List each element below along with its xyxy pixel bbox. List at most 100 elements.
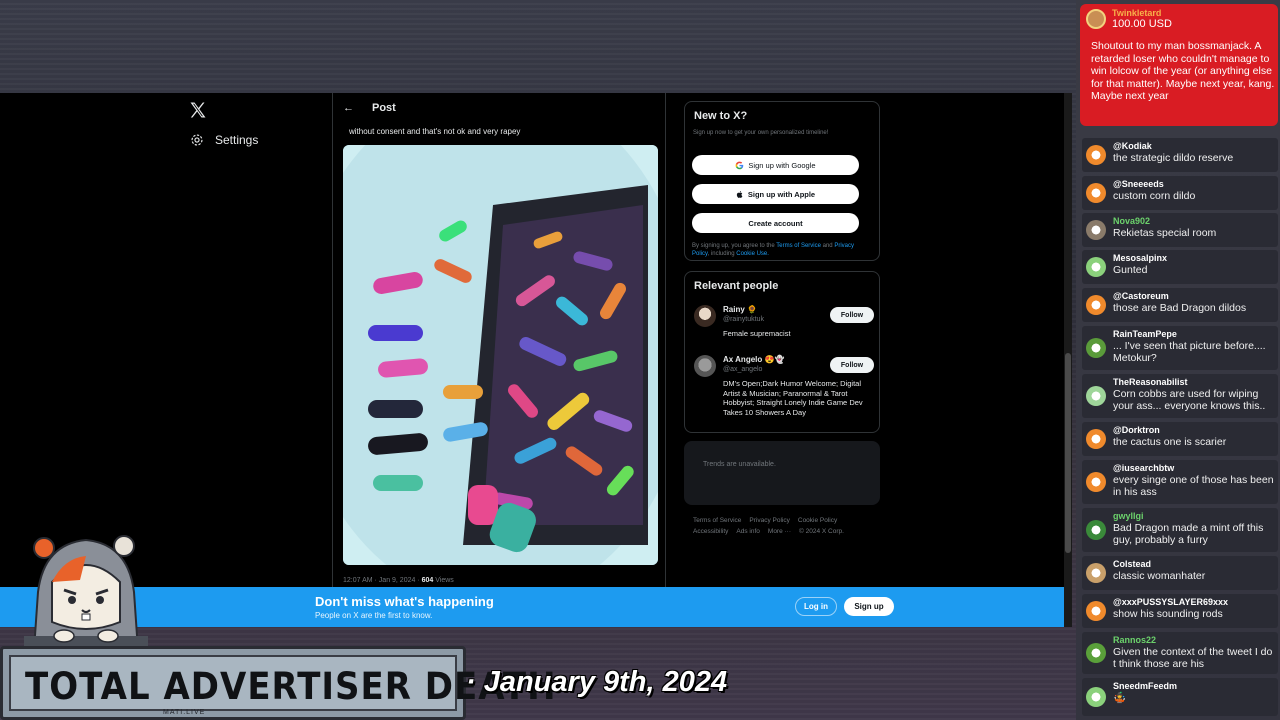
new-to-x-subtitle: Sign up now to get your own personalized… [693, 130, 829, 136]
post-column: ← Post without consent and that's not ok… [332, 93, 666, 627]
chat-text: Gunted [1113, 264, 1148, 276]
donation-text: Shoutout to my man bossmanjack. A retard… [1091, 40, 1275, 102]
login-button[interactable]: Log in [795, 597, 837, 616]
person-bio: DM's Open;Dark Humor Welcome; Digital Ar… [723, 379, 863, 417]
chat-username: Mesosalpinx [1113, 253, 1168, 263]
trends-unavailable-text: Trends are unavailable. [703, 461, 776, 468]
chat-message: @Dorktron the cactus one is scarier [1082, 422, 1278, 456]
avatar[interactable] [694, 355, 716, 377]
chat-message: Mesosalpinx Gunted [1082, 250, 1278, 284]
chat-message: @xxxPUSSYSLAYER69xxx show his sounding ro… [1082, 594, 1278, 628]
post-header-title: Post [372, 102, 396, 114]
scrollbar-thumb[interactable] [1065, 353, 1071, 553]
tweet-timestamp: 12:07 AM · Jan 9, 2024 · 604 Views [343, 577, 454, 584]
person-handle: @rainytuktuk [723, 316, 764, 323]
avatar [1086, 429, 1106, 449]
tweet-photo [343, 145, 658, 565]
footer-link[interactable]: Ads info [736, 526, 760, 537]
person-card[interactable]: Rainy 🌻 @rainytuktuk Female supremacist … [694, 305, 874, 345]
new-to-x-panel: New to X? Sign up now to get your own pe… [684, 101, 880, 261]
tweet-views-label: Views [433, 577, 454, 584]
person-name[interactable]: Ax Angelo 😍👻 [723, 355, 784, 364]
chat-message: @Kodiak the strategic dildo reserve [1082, 138, 1278, 172]
avatar [1086, 295, 1106, 315]
chat-message: Colstead classic womanhater [1082, 556, 1278, 590]
chat-username: SneedmFeedm [1113, 681, 1178, 691]
title-plate-inner: TOTAL ADVERTISER DEATH MATI.LIVE [9, 655, 556, 716]
chat-text: Rekietas special room [1113, 227, 1217, 239]
gear-icon [191, 134, 203, 146]
follow-button[interactable]: Follow [830, 357, 874, 373]
avatar [1086, 257, 1106, 277]
chat-text: those are Bad Dragon dildos [1113, 302, 1247, 314]
footer-link[interactable]: Accessibility [693, 526, 728, 537]
footer-link[interactable]: Cookie Policy [798, 515, 837, 526]
terms-including: , including [707, 251, 737, 257]
x-browser-page: Settings ← Post without consent and that… [0, 93, 1072, 627]
chat-text: ... I've seen that picture before.... Me… [1113, 340, 1266, 364]
chat-message: TheReasonabilist Corn cobbs are used for … [1082, 374, 1278, 418]
avatar [1086, 520, 1106, 540]
avatar[interactable] [694, 305, 716, 327]
chat-text: the strategic dildo reserve [1113, 152, 1234, 164]
chat-text: custom corn dildo [1113, 190, 1196, 202]
cookie-use-link[interactable]: Cookie Use. [736, 251, 769, 257]
back-arrow-icon[interactable]: ← [343, 102, 354, 114]
chat-text: Bad Dragon made a mint off this guy, pro… [1113, 522, 1264, 546]
tweet-views-count: 604 [421, 577, 434, 584]
terms-of-service-link[interactable]: Terms of Service [776, 243, 821, 249]
trends-panel: Trends are unavailable. [684, 441, 880, 505]
google-signup-label: Sign up with Google [748, 160, 816, 170]
person-name[interactable]: Rainy 🌻 [723, 305, 757, 314]
tweet-media-image[interactable] [343, 145, 658, 565]
follow-button[interactable]: Follow [830, 307, 874, 323]
avatar [1086, 183, 1106, 203]
footer-link[interactable]: Terms of Service [693, 515, 741, 526]
apple-icon [736, 190, 743, 198]
chat-message: SneedmFeedm 🤹 [1082, 678, 1278, 716]
footer-links: Terms of Service Privacy Policy Cookie P… [693, 515, 879, 537]
chat-text: Given the context of the tweet I do t th… [1113, 646, 1273, 670]
terms-prefix: By signing up, you agree to the [692, 243, 777, 249]
apple-signup-label: Sign up with Apple [747, 189, 816, 199]
chat-username: @xxxPUSSYSLAYER69xxx [1113, 597, 1229, 607]
footer-link[interactable]: Privacy Policy [749, 515, 789, 526]
apple-signup-button[interactable]: Sign up with Apple [692, 184, 859, 204]
chat-message: @iusearchbtw every singe one of those has… [1082, 460, 1278, 504]
stream-date: · January 9th, 2024 [466, 666, 728, 698]
signup-terms: By signing up, you agree to the Terms of… [692, 242, 872, 258]
avatar [1086, 472, 1106, 492]
chat-message: @Sneeeeds custom corn dildo [1082, 176, 1278, 210]
person-card[interactable]: Ax Angelo 😍👻 @ax_angelo DM's Open;Dark H… [694, 355, 874, 427]
chat-text: 🤹 [1113, 692, 1127, 704]
tweet-text: without consent and that's not ok and ve… [349, 127, 521, 136]
person-bio: Female supremacist [723, 329, 791, 338]
tweet-time: 12:07 AM · Jan 9, 2024 · [343, 577, 422, 584]
avatar [1086, 643, 1106, 663]
avatar [1086, 601, 1106, 621]
chat-username: @iusearchbtw [1113, 463, 1175, 473]
signup-button[interactable]: Sign up [844, 597, 894, 616]
chat-username: TheReasonabilist [1113, 377, 1188, 387]
avatar [1086, 386, 1106, 406]
banner-subtitle: People on X are the first to know. [315, 611, 433, 620]
create-account-button[interactable]: Create account [692, 213, 859, 233]
google-signup-button[interactable]: Sign up with Google [692, 155, 859, 175]
new-to-x-title: New to X? [694, 110, 748, 122]
terms-and: and [820, 243, 835, 249]
stream-site: MATI.LIVE [163, 709, 206, 716]
footer-link[interactable]: More ··· [768, 526, 791, 537]
chat-text: Corn cobbs are used for wiping your ass.… [1113, 388, 1266, 412]
x-logo-icon[interactable] [188, 100, 208, 120]
google-icon [736, 161, 744, 169]
avatar [1086, 687, 1106, 707]
donation-user: Twinkletard [1112, 8, 1162, 18]
relevant-people-title: Relevant people [694, 280, 779, 292]
chat-text: show his sounding rods [1113, 608, 1223, 620]
chat-username: Nova902 [1113, 216, 1151, 226]
chat-username: @Kodiak [1113, 141, 1152, 151]
avatar [1086, 563, 1106, 583]
settings-link[interactable]: Settings [190, 133, 258, 147]
donation-amount: 100.00 USD [1112, 18, 1172, 30]
page-scrollbar[interactable] [1064, 93, 1072, 627]
